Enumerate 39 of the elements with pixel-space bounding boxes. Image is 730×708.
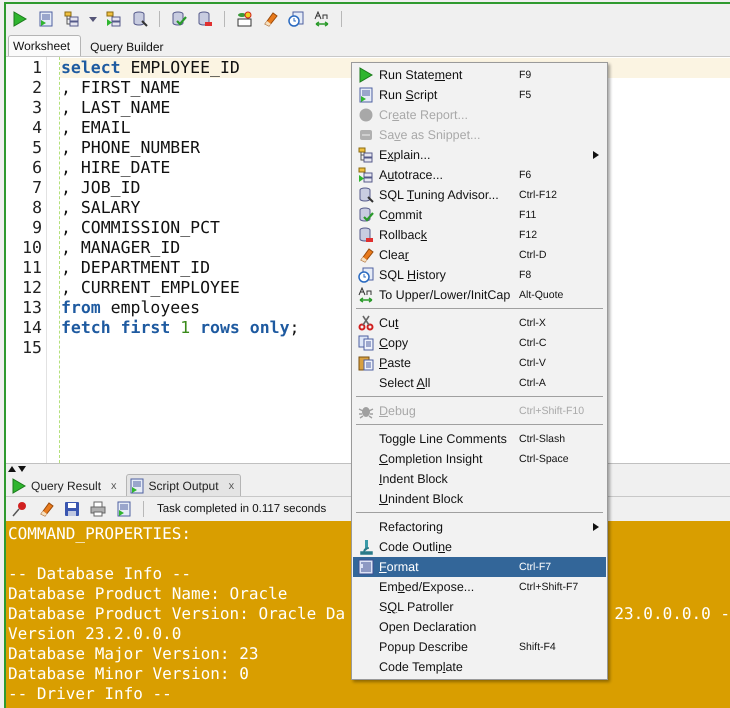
output-line: Database Major Version: 23 [8, 644, 258, 664]
line-number: 6 [32, 158, 42, 178]
code-line: select EMPLOYEE_ID [61, 58, 240, 77]
line-number: 9 [32, 218, 42, 238]
line-number: 3 [32, 98, 42, 118]
output-line: -- Driver Info -- [8, 684, 172, 704]
line-number: 12 [22, 278, 42, 298]
code-line: , CURRENT_EMPLOYEE [61, 278, 240, 297]
line-number: 10 [22, 238, 42, 258]
line-number: 7 [32, 178, 42, 198]
line-number: 14 [22, 318, 42, 338]
line-number: 1 [32, 58, 42, 78]
output-line: 23.0.0.0.0 - [614, 604, 730, 624]
code-line: , MANAGER_ID [61, 238, 180, 257]
code-line: , FIRST_NAME [61, 78, 180, 97]
code-line: , HIRE_DATE [61, 158, 170, 177]
line-number: 4 [32, 118, 42, 138]
output-line: Database Product Name: Oracle [8, 584, 288, 604]
code-line: , DEPARTMENT_ID [61, 258, 210, 277]
line-number: 13 [22, 298, 42, 318]
output-line: Database Product Version: Oracle Da [8, 604, 346, 624]
code-line: fetch first 1 rows only; [61, 318, 300, 337]
output-line: Database Minor Version: 0 [8, 664, 249, 684]
code-line: , COMMISSION_PCT [61, 218, 220, 237]
code-line: , JOB_ID [61, 178, 140, 197]
line-number: 2 [32, 78, 42, 98]
output-line: -- Database Info -- [8, 564, 192, 584]
line-number: 15 [22, 338, 42, 358]
code-line: from employees [61, 298, 200, 317]
code-line: , PHONE_NUMBER [61, 138, 200, 157]
status-text: Task completed in 0.117 seconds [157, 503, 326, 515]
output-line: COMMAND_PROPERTIES: [8, 524, 192, 544]
code-line: , SALARY [61, 198, 140, 217]
code-line: , EMAIL [61, 118, 131, 137]
output-line: Version 23.2.0.0.0 [8, 624, 182, 644]
line-number: 5 [32, 138, 42, 158]
line-number: 8 [32, 198, 42, 218]
code-line: , LAST_NAME [61, 98, 170, 117]
line-number: 11 [22, 258, 42, 278]
